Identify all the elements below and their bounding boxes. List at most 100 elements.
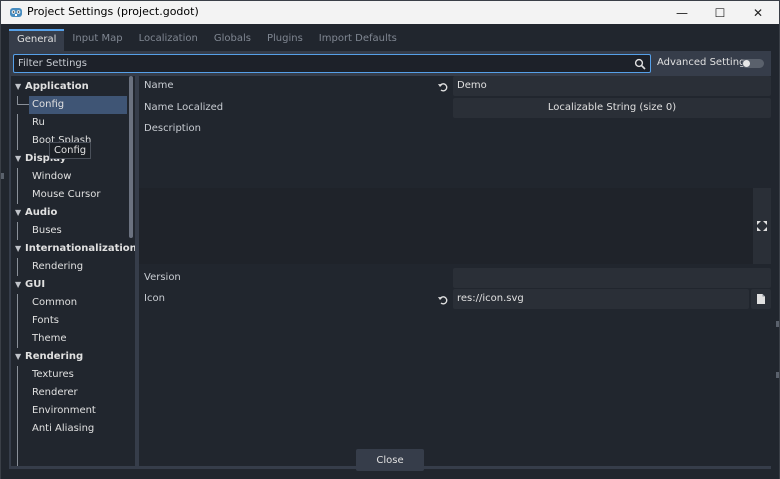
icon-path-value: res://icon.svg	[457, 293, 524, 304]
tab-globals[interactable]: Globals	[206, 29, 259, 51]
tree-label: Window	[32, 171, 72, 182]
tree-section-internationalization[interactable]: ▼ Internationalization	[11, 240, 135, 258]
tree-item-theme[interactable]: Theme	[11, 330, 127, 348]
toggle-knob	[743, 60, 750, 67]
project-settings-window: Project Settings (project.godot) — ☐ ✕ G…	[0, 0, 780, 479]
tree-label: Common	[32, 297, 78, 308]
tree-guide	[17, 258, 18, 276]
close-button[interactable]: Close	[356, 449, 424, 471]
chevron-down-icon: ▼	[15, 154, 22, 163]
tree-item-config[interactable]: Config	[29, 96, 127, 114]
tree-label: Ru	[32, 117, 45, 128]
tree-item-fonts[interactable]: Fonts	[11, 312, 127, 330]
background-edge	[1, 173, 4, 179]
tree-label: Fonts	[32, 315, 59, 326]
advanced-settings-label: Advanced Settings	[657, 57, 751, 68]
general-tab-panel: Filter Settings Advanced Settings ▼ Appl…	[9, 51, 771, 469]
name-localized-button[interactable]: Localizable String (size 0)	[453, 98, 771, 118]
tree-item-anti-aliasing[interactable]: Anti Aliasing	[11, 420, 127, 438]
version-field[interactable]	[453, 268, 771, 288]
tree-guide	[17, 222, 18, 240]
chevron-down-icon: ▼	[15, 208, 22, 217]
tab-bar: General Input Map Localization Globals P…	[9, 29, 405, 51]
icon-label: Icon	[144, 293, 165, 304]
tree-guide	[17, 168, 18, 204]
expand-button[interactable]	[753, 188, 771, 264]
tab-general[interactable]: General	[9, 29, 65, 51]
tooltip: Config	[49, 142, 92, 159]
tree-section-audio[interactable]: ▼ Audio	[11, 204, 127, 222]
maximize-icon: ☐	[714, 5, 726, 20]
revert-icon[interactable]	[437, 294, 449, 306]
tree-label: Rendering	[25, 351, 84, 362]
close-window-button[interactable]: ✕	[735, 1, 780, 24]
file-icon	[757, 294, 765, 304]
version-label: Version	[144, 272, 181, 283]
dialog-body: General Input Map Localization Globals P…	[1, 24, 779, 479]
expand-icon	[757, 221, 767, 231]
background-edge	[776, 321, 779, 327]
chevron-down-icon: ▼	[15, 280, 22, 289]
tree-item-window[interactable]: Window	[11, 168, 127, 186]
tree-section-application[interactable]: ▼ Application	[11, 78, 127, 96]
tree-label: Application	[25, 81, 89, 92]
tab-plugins[interactable]: Plugins	[259, 29, 311, 51]
tree-item-mouse-cursor[interactable]: Mouse Cursor	[11, 186, 127, 204]
name-localized-value: Localizable String (size 0)	[547, 102, 677, 113]
chevron-down-icon: ▼	[15, 244, 22, 253]
close-icon: ✕	[752, 5, 764, 20]
name-label: Name	[144, 80, 174, 91]
tree-label: Anti Aliasing	[32, 423, 95, 434]
description-label: Description	[144, 123, 201, 134]
revert-icon[interactable]	[437, 81, 449, 93]
tree-connector	[17, 96, 18, 105]
tree-label: Renderer	[32, 387, 78, 398]
godot-logo-icon	[10, 8, 22, 17]
window-title: Project Settings (project.godot)	[27, 5, 199, 18]
background-edge	[776, 372, 779, 378]
minimize-icon: —	[676, 5, 688, 20]
description-textarea[interactable]	[139, 188, 753, 264]
settings-inspector: Name Demo Name Localized Localizable Str…	[139, 76, 771, 466]
tree-label: Environment	[32, 405, 96, 416]
tree-item-i18n-rendering[interactable]: Rendering	[11, 258, 127, 276]
settings-tree: ▼ Application Config Ru Boot Splash ▼ Di…	[11, 76, 135, 466]
tree-guide	[17, 366, 18, 466]
tree-label: Textures	[32, 369, 74, 380]
filter-placeholder: Filter Settings	[18, 58, 87, 69]
tree-label: Internationalization	[25, 243, 135, 254]
name-value: Demo	[457, 80, 487, 91]
name-localized-label: Name Localized	[144, 102, 224, 113]
chevron-down-icon: ▼	[15, 82, 22, 91]
tree-scrollbar[interactable]	[129, 76, 133, 238]
tree-label: Config	[32, 99, 65, 110]
tab-input-map[interactable]: Input Map	[64, 29, 130, 51]
icon-path-field[interactable]: res://icon.svg	[453, 289, 749, 309]
tree-item-run[interactable]: Ru	[11, 114, 127, 132]
tree-label: Theme	[32, 333, 67, 344]
tree-item-renderer[interactable]: Renderer	[11, 384, 127, 402]
browse-file-button[interactable]	[751, 289, 771, 309]
tree-label: Mouse Cursor	[32, 189, 101, 200]
tree-label: GUI	[25, 279, 46, 290]
chevron-down-icon: ▼	[15, 352, 22, 361]
tree-guide	[17, 114, 18, 150]
tree-label: Rendering	[32, 261, 84, 272]
tree-label: Audio	[25, 207, 58, 218]
search-icon[interactable]	[634, 58, 646, 70]
tree-label: Buses	[32, 225, 62, 236]
tree-item-common[interactable]: Common	[11, 294, 127, 312]
tree-item-environment[interactable]: Environment	[11, 402, 127, 420]
title-bar[interactable]: Project Settings (project.godot) — ☐ ✕	[1, 1, 779, 24]
tree-item-buses[interactable]: Buses	[11, 222, 127, 240]
tree-connector	[17, 104, 29, 105]
tree-guide	[17, 294, 18, 348]
tab-localization[interactable]: Localization	[131, 29, 206, 51]
tree-section-rendering[interactable]: ▼ Rendering	[11, 348, 127, 366]
filter-settings-input[interactable]: Filter Settings	[13, 54, 651, 73]
advanced-settings-toggle[interactable]	[742, 59, 764, 68]
tree-section-gui[interactable]: ▼ GUI	[11, 276, 127, 294]
tree-item-textures[interactable]: Textures	[11, 366, 127, 384]
tab-import-defaults[interactable]: Import Defaults	[311, 29, 405, 51]
name-field[interactable]: Demo	[453, 76, 771, 96]
